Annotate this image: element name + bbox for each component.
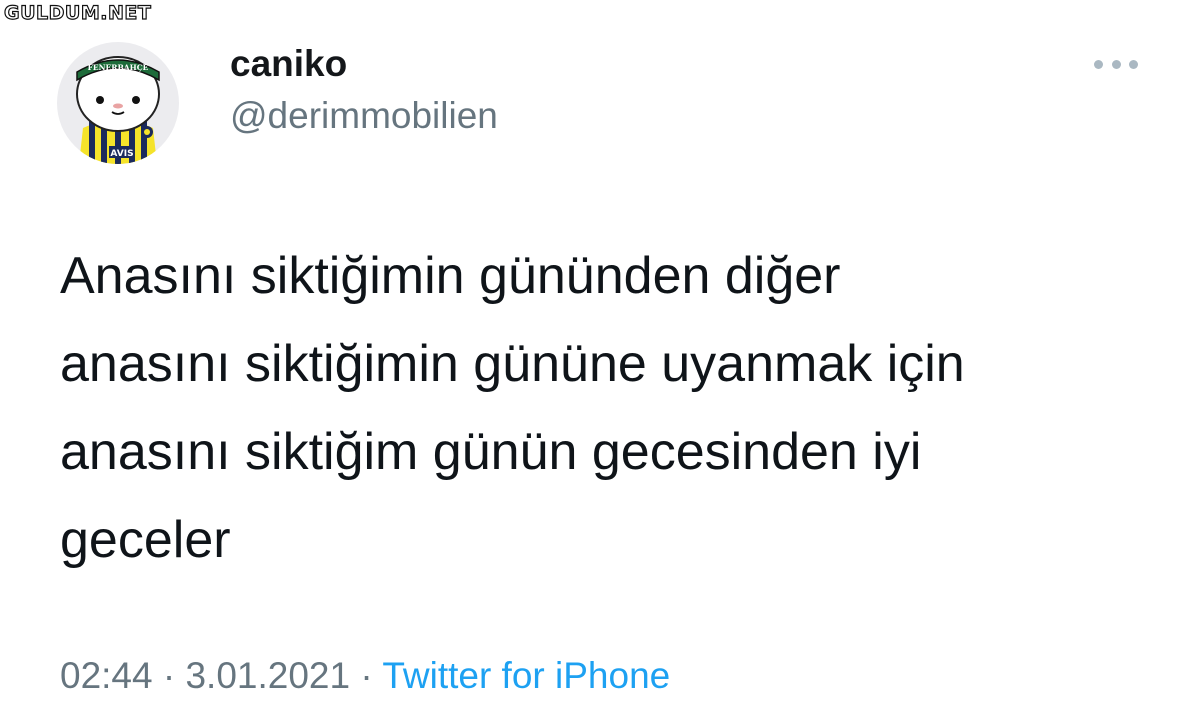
cartoon-fan-avatar-icon: AVIS FENERBAHÇE bbox=[76, 56, 160, 164]
meta-separator: · bbox=[152, 655, 186, 696]
tweet-line: anasını siktiğim günün gecesinden iyi bbox=[60, 423, 922, 481]
tweet-source-link[interactable]: Twitter for iPhone bbox=[382, 655, 670, 696]
svg-text:FENERBAHÇE: FENERBAHÇE bbox=[88, 63, 149, 72]
dot bbox=[1129, 59, 1138, 69]
site-watermark: GULDUM.NET bbox=[3, 2, 152, 24]
dot bbox=[1094, 59, 1103, 69]
meta-separator: · bbox=[350, 655, 383, 696]
tweet-line: anasını siktiğimin gününe uyanmak için bbox=[60, 335, 965, 393]
tweet-text: Anasını siktiğimin gününden diğer anasın… bbox=[60, 232, 1160, 584]
avatar[interactable]: AVIS FENERBAHÇE bbox=[57, 42, 179, 164]
tweet-time[interactable]: 02:44 bbox=[60, 655, 153, 696]
author-handle[interactable]: @derimmobilien bbox=[230, 95, 498, 137]
more-options-icon[interactable] bbox=[1094, 54, 1138, 74]
tweet-date[interactable]: 3.01.2021 bbox=[185, 655, 350, 696]
svg-text:AVIS: AVIS bbox=[110, 149, 133, 159]
dot bbox=[1111, 59, 1121, 69]
author-display-name[interactable]: caniko bbox=[230, 43, 347, 85]
tweet-meta: 02:44 · 3.01.2021 · Twitter for iPhone bbox=[60, 655, 670, 697]
tweet-line: Anasını siktiğimin gününden diğer bbox=[60, 247, 841, 305]
tweet-line: geceler bbox=[60, 511, 231, 569]
